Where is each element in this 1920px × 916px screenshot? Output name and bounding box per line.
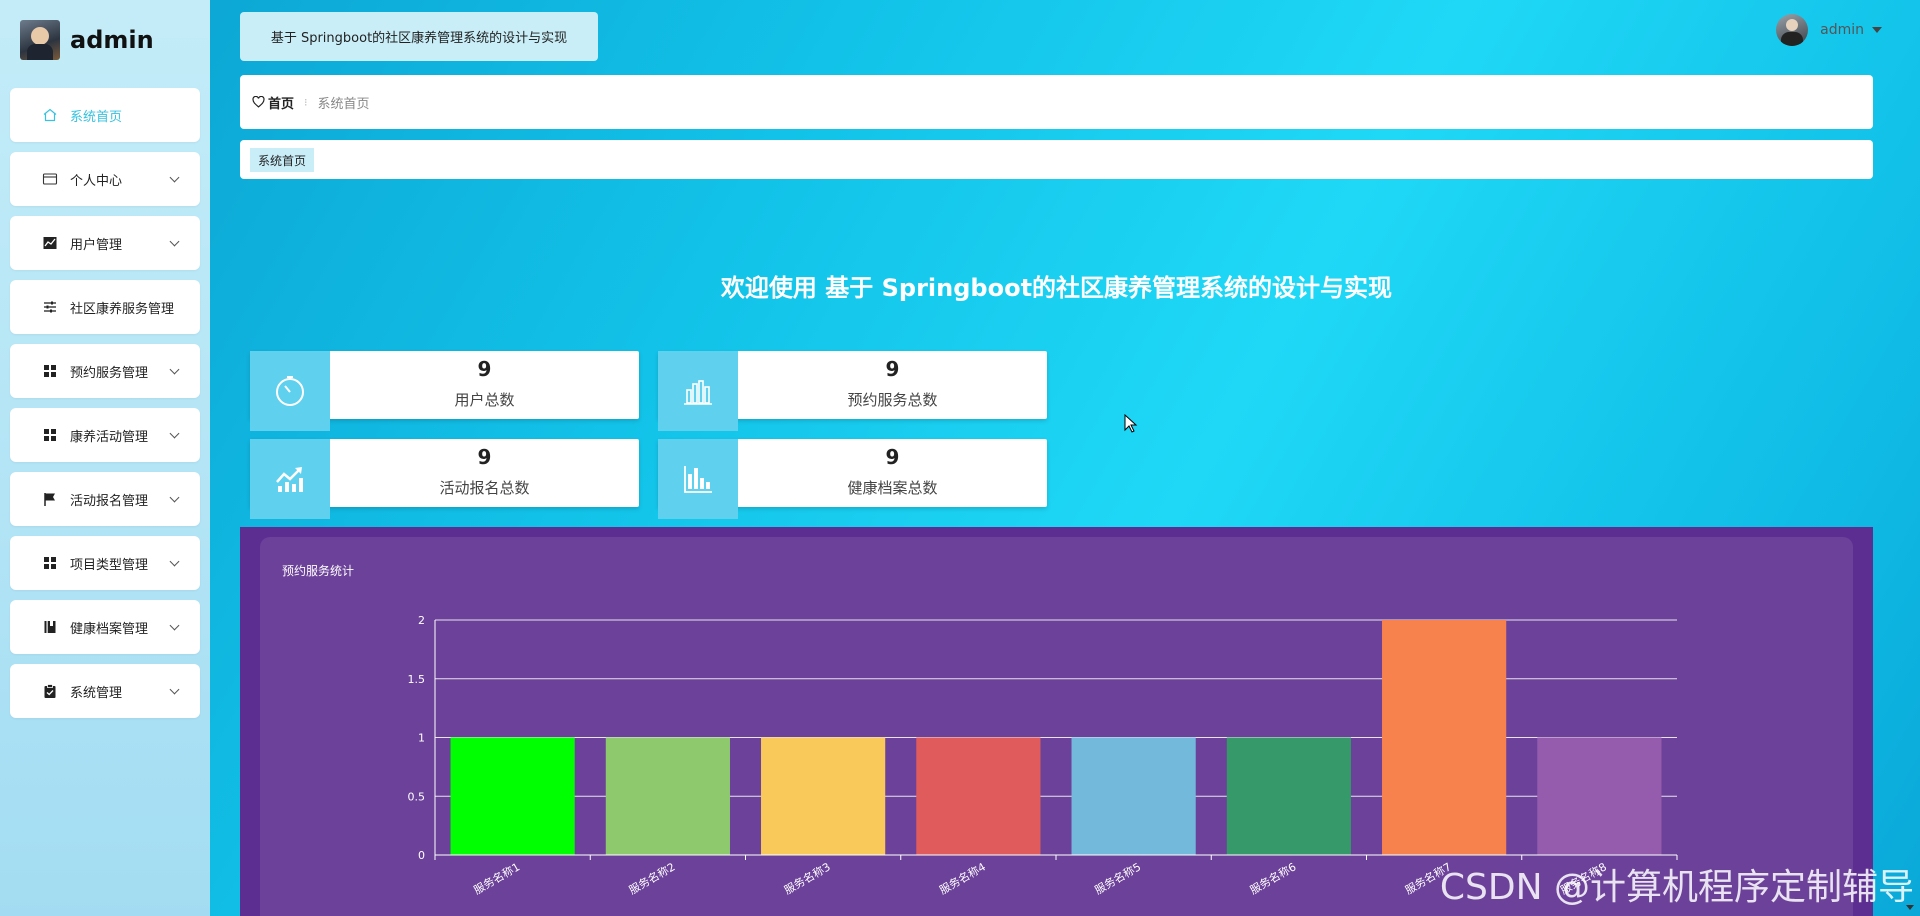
user-menu[interactable]: admin bbox=[1776, 14, 1882, 46]
sidebar-menu: 系统首页 个人中心 用户管理 社区康养服务管理 预约服务管理 康养活动管理 活动… bbox=[10, 88, 200, 728]
stat-value: 9 bbox=[885, 357, 900, 381]
bar bbox=[605, 737, 730, 855]
grid-icon bbox=[42, 363, 58, 379]
avatar bbox=[1776, 14, 1809, 46]
home-icon bbox=[42, 107, 58, 123]
x-tick-label: 服务名称6 bbox=[1247, 859, 1298, 897]
stat-value: 9 bbox=[885, 445, 900, 469]
clipboard-icon bbox=[42, 683, 58, 699]
y-tick-label: 2 bbox=[418, 614, 425, 627]
x-tick-label: 服务名称3 bbox=[781, 859, 832, 897]
sidebar-item-label: 健康档案管理 bbox=[70, 621, 149, 637]
scroll-down-icon[interactable] bbox=[1906, 905, 1914, 910]
tags-bar: 系统首页 bbox=[240, 140, 1873, 179]
sidebar-item-label: 预约服务管理 bbox=[70, 365, 149, 381]
sidebar-item-appointment[interactable]: 预约服务管理 bbox=[10, 344, 200, 398]
chevron-down-icon bbox=[169, 236, 180, 247]
stat-value: 9 bbox=[477, 357, 492, 381]
x-tick-label: 服务名称4 bbox=[937, 859, 988, 897]
chevron-down-icon bbox=[169, 556, 180, 567]
sidebar-item-project-type[interactable]: 项目类型管理 bbox=[10, 536, 200, 590]
sidebar-item-label: 个人中心 bbox=[70, 173, 123, 189]
sidebar-item-registration[interactable]: 活动报名管理 bbox=[10, 472, 200, 526]
chevron-down-icon bbox=[169, 172, 180, 183]
tab-home[interactable]: 系统首页 bbox=[250, 148, 315, 172]
watermark: CSDN @计算机程序定制辅导 bbox=[1439, 867, 1914, 908]
bar bbox=[761, 737, 886, 855]
sidebar-item-label: 系统管理 bbox=[70, 685, 123, 701]
column-chart-icon bbox=[658, 439, 738, 519]
sidebar-item-system[interactable]: 系统管理 bbox=[10, 664, 200, 718]
bar bbox=[1537, 737, 1662, 855]
sidebar-item-home[interactable]: 系统首页 bbox=[10, 88, 200, 142]
book-icon bbox=[42, 619, 58, 635]
stat-card-registrations: 9 活动报名总数 bbox=[250, 439, 639, 519]
stat-card-users: 9 用户总数 bbox=[250, 351, 639, 431]
y-tick-label: 1 bbox=[418, 732, 425, 745]
sidebar-item-label: 活动报名管理 bbox=[70, 493, 149, 509]
sidebar-item-users[interactable]: 用户管理 bbox=[10, 216, 200, 270]
bar bbox=[1071, 737, 1196, 855]
user-name: admin bbox=[1820, 22, 1864, 38]
bar bbox=[1226, 737, 1351, 855]
breadcrumb-home-label: 首页 bbox=[268, 96, 295, 112]
breadcrumb-separator: ⁝ bbox=[304, 95, 308, 109]
breadcrumb-home[interactable]: 首页 bbox=[252, 93, 294, 112]
welcome-heading: 欢迎使用 基于 Springboot的社区康养管理系统的设计与实现 bbox=[720, 274, 1393, 302]
chevron-down-icon bbox=[169, 684, 180, 695]
grid-icon bbox=[42, 427, 58, 443]
y-tick-label: 1.5 bbox=[408, 673, 426, 686]
chevron-down-icon bbox=[169, 492, 180, 503]
mouse-cursor-icon bbox=[1124, 414, 1138, 433]
sidebar-item-health-records[interactable]: 健康档案管理 bbox=[10, 600, 200, 654]
stat-card-health-records: 9 健康档案总数 bbox=[658, 439, 1047, 519]
stat-label: 健康档案总数 bbox=[847, 479, 938, 497]
brand: admin bbox=[20, 19, 154, 61]
sliders-icon bbox=[42, 299, 58, 315]
x-tick-label: 服务名称1 bbox=[471, 859, 522, 897]
breadcrumb: 首页 ⁝ 系统首页 bbox=[240, 75, 1873, 129]
stat-card-appointments: 9 预约服务总数 bbox=[658, 351, 1047, 431]
stat-label: 用户总数 bbox=[454, 391, 515, 409]
heart-icon bbox=[252, 96, 265, 108]
bar bbox=[1382, 620, 1507, 855]
sidebar-item-label: 用户管理 bbox=[70, 237, 123, 253]
x-tick-label: 服务名称5 bbox=[1092, 859, 1143, 897]
bar-chart-icon bbox=[658, 351, 738, 431]
app-title: 基于 Springboot的社区康养管理系统的设计与实现 bbox=[240, 12, 598, 61]
y-tick-label: 0 bbox=[418, 849, 425, 862]
chevron-down-icon bbox=[169, 428, 180, 439]
chevron-down-icon bbox=[169, 620, 180, 631]
sidebar-item-label: 社区康养服务管理 bbox=[70, 301, 175, 317]
sidebar-item-activities[interactable]: 康养活动管理 bbox=[10, 408, 200, 462]
id-card-icon bbox=[42, 171, 58, 187]
brand-avatar bbox=[20, 20, 60, 60]
stat-value: 9 bbox=[477, 445, 492, 469]
flag-icon bbox=[42, 491, 58, 507]
x-tick-label: 服务名称2 bbox=[626, 859, 677, 897]
sidebar-item-label: 系统首页 bbox=[70, 109, 123, 125]
chart-area-icon bbox=[42, 235, 58, 251]
sidebar-item-community-service[interactable]: 社区康养服务管理 bbox=[10, 280, 200, 334]
sidebar: admin 系统首页 个人中心 用户管理 社区康养服务管理 预约服务管理 康养活… bbox=[0, 0, 210, 916]
grid-icon bbox=[42, 555, 58, 571]
brand-name: admin bbox=[70, 26, 154, 54]
sidebar-item-label: 项目类型管理 bbox=[70, 557, 149, 573]
sidebar-item-label: 康养活动管理 bbox=[70, 429, 149, 445]
caret-down-icon bbox=[1872, 27, 1882, 33]
bar bbox=[450, 737, 575, 855]
breadcrumb-current: 系统首页 bbox=[317, 96, 370, 112]
chevron-down-icon bbox=[169, 364, 180, 375]
timer-icon bbox=[250, 351, 330, 431]
stat-label: 预约服务总数 bbox=[847, 391, 938, 409]
trend-up-icon bbox=[250, 439, 330, 519]
stat-label: 活动报名总数 bbox=[439, 479, 530, 497]
bar bbox=[916, 737, 1041, 855]
sidebar-item-profile[interactable]: 个人中心 bbox=[10, 152, 200, 206]
y-tick-label: 0.5 bbox=[408, 790, 426, 803]
